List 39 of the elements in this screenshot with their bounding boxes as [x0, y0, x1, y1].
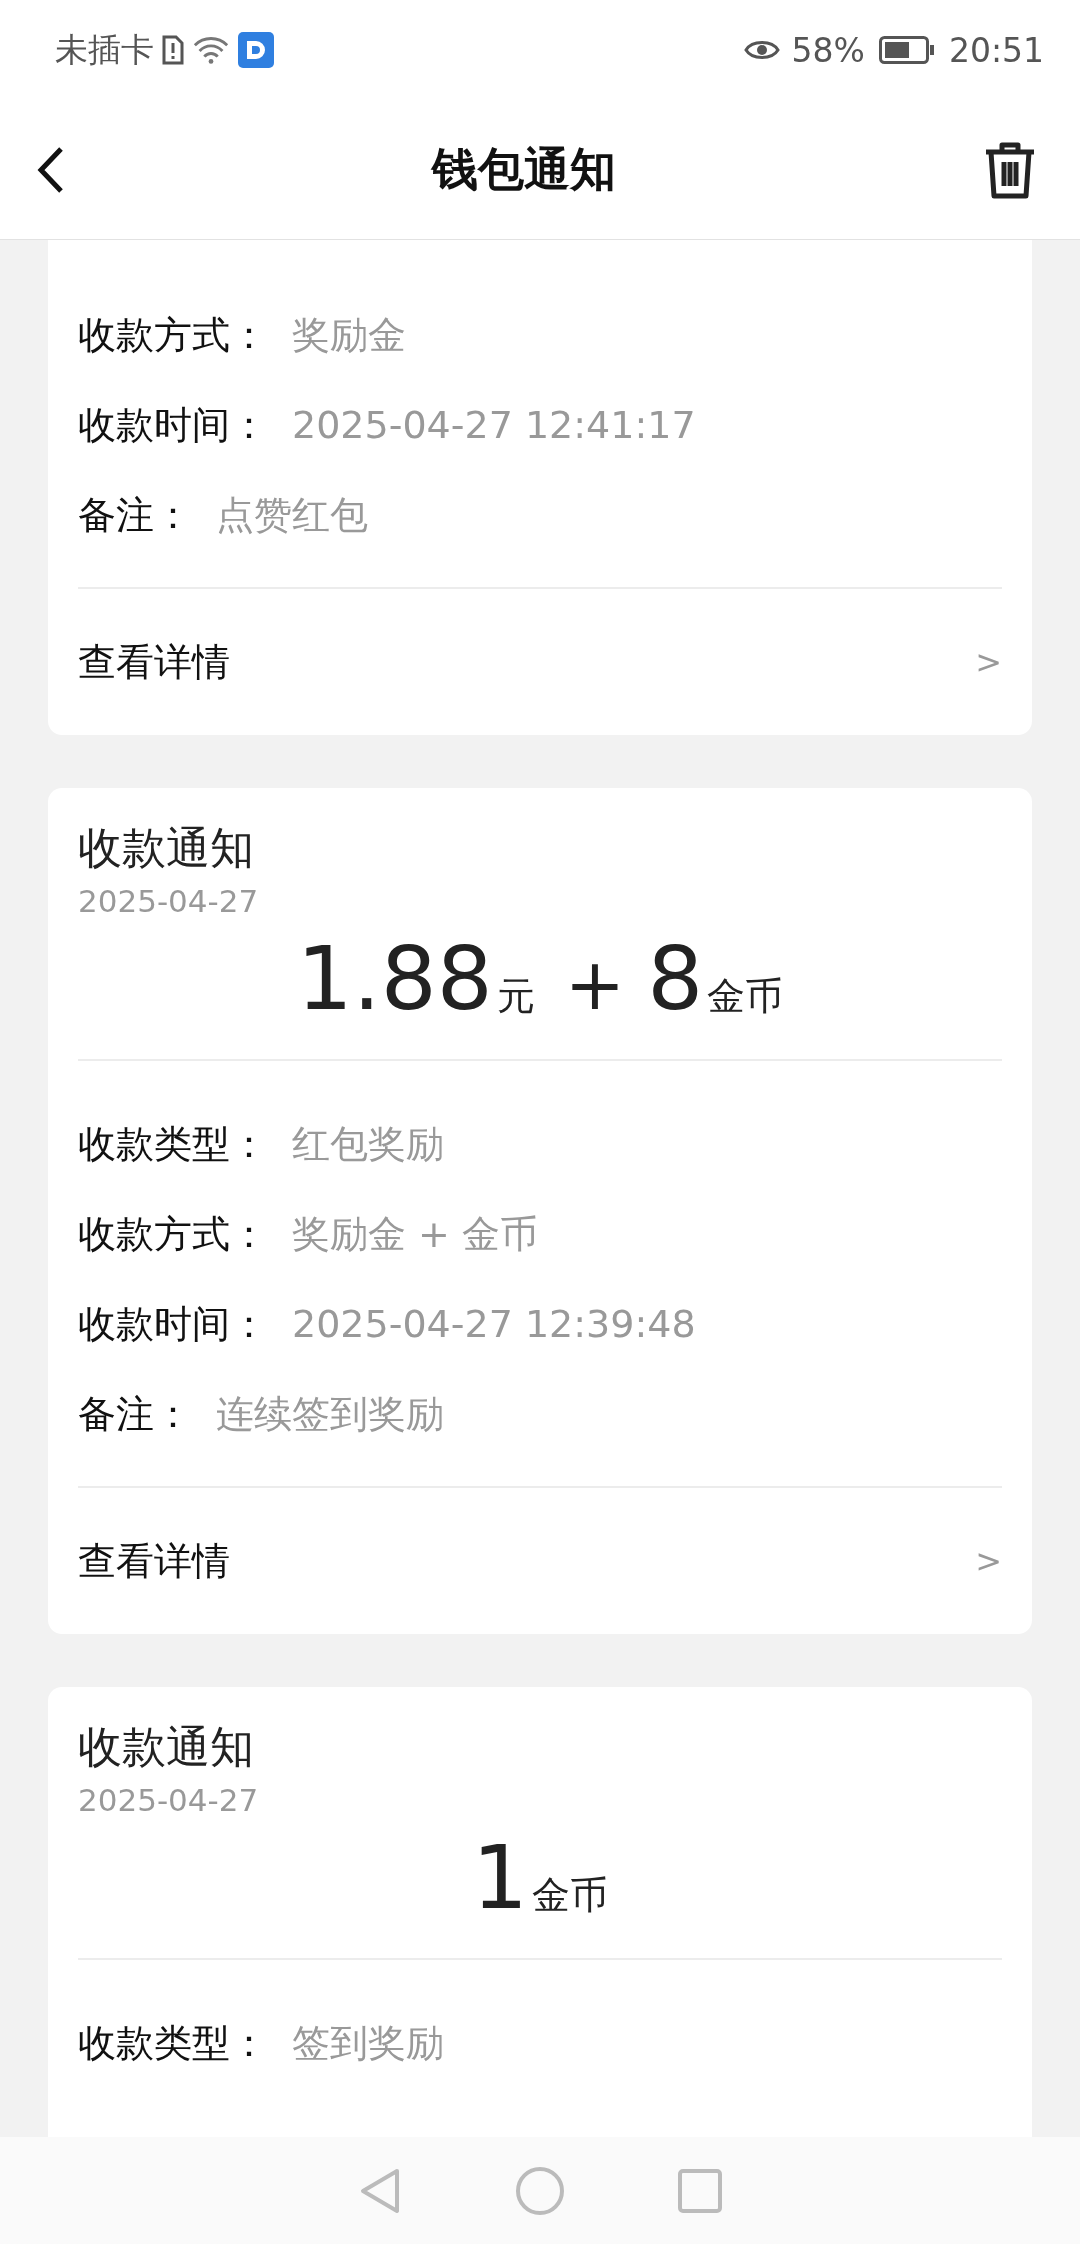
card-date: 2025-04-27: [78, 1781, 260, 1820]
eye-icon: [743, 38, 780, 62]
field-value: 2025-04-27 12:39:48: [292, 1302, 696, 1346]
clock-time: 20:51: [948, 30, 1044, 70]
field-value: 奖励金: [292, 311, 406, 359]
field-value: 点赞红包: [216, 491, 368, 539]
amount-unit: 元: [496, 973, 535, 1020]
field-label: 收款方式：: [78, 1210, 268, 1258]
field-label: 收款时间：: [78, 401, 268, 449]
sim-alert-icon: [162, 35, 184, 65]
view-details-link[interactable]: 查看详情 >: [78, 589, 1002, 735]
amount-unit: 金币: [707, 973, 784, 1020]
field-value: 2025-04-27 12:41:17: [292, 403, 696, 447]
field-value: 奖励金 + 金币: [292, 1210, 538, 1258]
field-value: 签到奖励: [292, 2019, 444, 2067]
page-title: 钱包通知: [432, 140, 616, 198]
battery-percent: 58%: [791, 30, 865, 70]
amount-number: 1: [472, 1825, 528, 1931]
field-label: 收款时间：: [78, 1300, 268, 1348]
card-title: 收款通知: [78, 821, 255, 875]
field-label: 收款类型：: [78, 2019, 268, 2067]
field-value: 连续签到奖励: [216, 1390, 444, 1438]
field-value: 红包奖励: [292, 1120, 444, 1168]
card-date: 2025-04-27: [78, 882, 260, 921]
amount-unit: 金币: [532, 1872, 608, 1919]
battery-icon: [878, 36, 935, 64]
carrier-text: 未插卡: [55, 28, 154, 71]
plus-sign: +: [564, 941, 626, 1028]
field-label: 收款方式：: [78, 311, 268, 359]
home-nav-icon[interactable]: [515, 2165, 565, 2216]
wifi-icon: [192, 35, 230, 65]
field-label: 备注：: [78, 491, 192, 539]
card-title: 收款通知: [78, 1720, 255, 1774]
field-label: 备注：: [78, 1390, 192, 1438]
view-details-link[interactable]: 查看详情 >: [78, 1488, 1002, 1634]
amount-number: 1.88: [296, 926, 493, 1032]
amount-number: 8: [647, 926, 704, 1032]
field-label: 收款类型：: [78, 1120, 268, 1168]
app-notification-icon: [238, 32, 274, 68]
